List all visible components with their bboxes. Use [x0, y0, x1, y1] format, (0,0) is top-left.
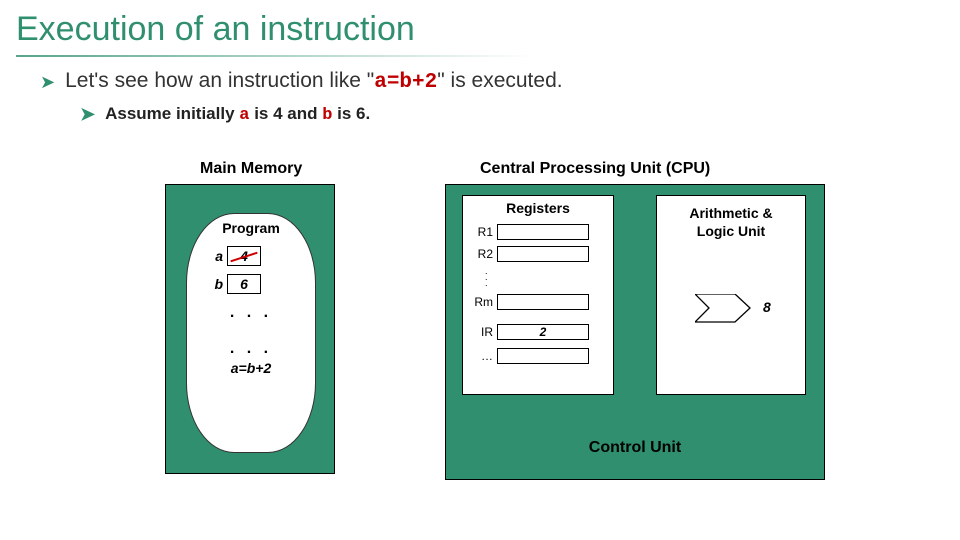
- reg-row-r2: R2: [473, 246, 589, 262]
- registers-title: Registers: [463, 200, 613, 216]
- mem-cell-a: 4: [227, 246, 261, 266]
- bullet-post: " is executed.: [437, 69, 562, 92]
- sub-t3: is 6.: [332, 104, 370, 123]
- main-memory-title: Main Memory: [200, 160, 302, 178]
- arrow-right-icon: ➤: [80, 105, 95, 123]
- slide-title: Execution of an instruction: [0, 0, 960, 55]
- diagram: Main Memory Central Processing Unit (CPU…: [115, 160, 915, 520]
- reg-cell-rm: [497, 294, 589, 310]
- mem-label-a: a: [209, 248, 223, 264]
- alu-box: Arithmetic & Logic Unit 8: [656, 195, 806, 395]
- alu-output: 8: [763, 299, 771, 315]
- reg-label-ir: IR: [473, 325, 497, 339]
- reg-row-ir: IR 2: [473, 324, 589, 340]
- reg-row-r1: R1: [473, 224, 589, 240]
- sub-b: b: [322, 106, 332, 125]
- mem-row-a: a 4: [209, 246, 261, 266]
- arrow-right-icon: ➤: [40, 73, 55, 91]
- main-memory-box: Program a 4 b 6 . . . . . . a=b+2: [165, 184, 335, 474]
- title-underline: [16, 55, 536, 57]
- sub-a: a: [239, 106, 249, 125]
- program-shape: Program a 4 b 6 . . . . . . a=b+2: [186, 213, 316, 453]
- reg-row-extra: …: [473, 348, 589, 364]
- reg-cell-r1: [497, 224, 589, 240]
- sub-text: Assume initially a is 4 and b is 6.: [105, 104, 370, 125]
- vdots-1: ...: [485, 268, 488, 286]
- bullet-main: ➤ Let's see how an instruction like "a=b…: [40, 69, 960, 94]
- registers-box: Registers R1 R2 ... Rm IR 2 …: [462, 195, 614, 395]
- reg-cell-ir: 2: [497, 324, 589, 340]
- sub-t1: Assume initially: [105, 104, 239, 123]
- alu-title: Arithmetic & Logic Unit: [657, 204, 805, 240]
- dots-1: . . .: [187, 304, 315, 322]
- program-label: Program: [187, 220, 315, 236]
- mem-cell-b: 6: [227, 274, 261, 294]
- alu-title-l2: Logic Unit: [697, 223, 765, 239]
- alu-title-l1: Arithmetic &: [689, 205, 772, 221]
- mem-value-b: 6: [240, 276, 248, 292]
- bullet-pre: Let's see how an instruction like ": [65, 69, 374, 92]
- reg-label-extra: …: [473, 349, 497, 363]
- bullet-sub: ➤ Assume initially a is 4 and b is 6.: [80, 104, 960, 125]
- dots-2: . . .: [187, 340, 315, 358]
- cpu-title: Central Processing Unit (CPU): [480, 160, 710, 178]
- reg-cell-r2: [497, 246, 589, 262]
- program-stmt: a=b+2: [187, 360, 315, 376]
- bullet-text: Let's see how an instruction like "a=b+2…: [65, 69, 563, 94]
- control-unit-label: Control Unit: [446, 439, 824, 457]
- mem-label-b: b: [209, 276, 223, 292]
- cpu-box: Registers R1 R2 ... Rm IR 2 …: [445, 184, 825, 480]
- reg-label-r2: R2: [473, 247, 497, 261]
- mem-row-b: b 6: [209, 274, 261, 294]
- inline-code: a=b+2: [374, 71, 437, 94]
- reg-cell-extra: [497, 348, 589, 364]
- reg-label-r1: R1: [473, 225, 497, 239]
- sub-t2: is 4 and: [249, 104, 322, 123]
- alu-trapezoid-icon: [695, 294, 755, 324]
- reg-row-rm: Rm: [473, 294, 589, 310]
- reg-label-rm: Rm: [473, 295, 497, 309]
